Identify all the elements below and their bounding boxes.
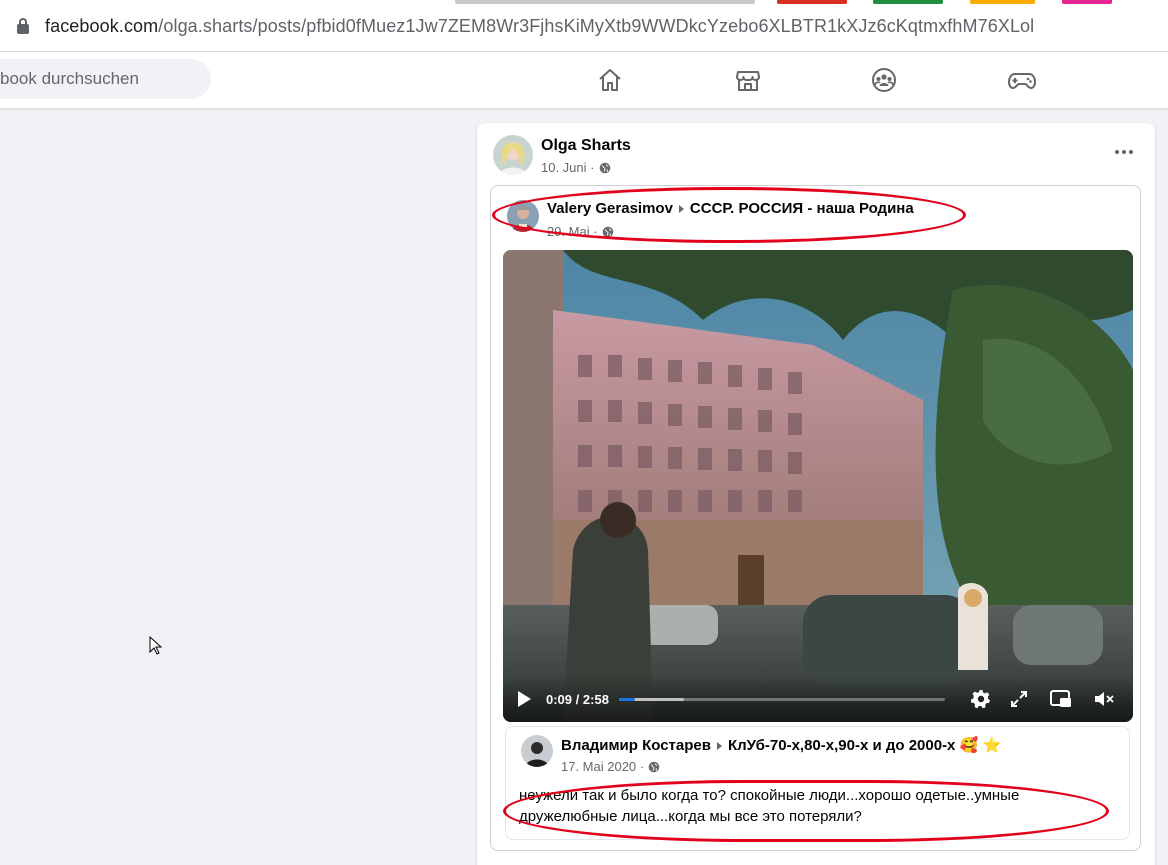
post-author-name[interactable]: Olga Sharts [541,137,631,155]
picture-in-picture-icon[interactable] [1050,688,1072,710]
shared-header-line: Valery Gerasimov СССР. РОССИЯ - наша Роди… [547,200,914,217]
shared-group-name[interactable]: СССР. РОССИЯ - наша Родина [690,200,914,217]
globe-icon[interactable] [602,226,614,238]
shared-author-name[interactable]: Valery Gerasimov [547,200,673,217]
video-frame[interactable] [503,250,1133,722]
tab-hint-2[interactable] [777,0,847,4]
tab-hint-4[interactable] [970,0,1035,4]
settings-gear-icon[interactable] [970,688,992,710]
mute-icon[interactable] [1093,688,1115,710]
search-input[interactable] [0,69,200,89]
search-box[interactable] [0,59,211,99]
url-field[interactable]: facebook.com/olga.sharts/posts/pfbid0fMu… [0,6,1168,46]
video-progress-bar[interactable] [619,698,945,701]
url-text[interactable]: facebook.com/olga.sharts/posts/pfbid0fMu… [45,16,1034,37]
video-time: 0:09 / 2:58 [546,692,609,707]
time-separator: / [575,691,580,707]
current-time: 0:09 [546,691,573,707]
tab-hint-1[interactable] [455,0,755,4]
duration: 2:58 [582,691,609,707]
video-controls: 0:09 / 2:58 [503,676,1133,722]
post-card: Olga Sharts 10. Juni · Valery Gerasimov С… [477,123,1155,865]
lock-icon[interactable] [17,18,29,34]
browser-address-bar: facebook.com/olga.sharts/posts/pfbid0fMu… [0,0,1168,52]
post-date[interactable]: 10. Juni [541,160,587,175]
video-player[interactable]: 0:09 / 2:58 [503,250,1133,722]
globe-icon[interactable] [599,162,611,174]
tab-hint-5[interactable] [1062,0,1112,4]
progress-fill [619,698,636,701]
play-icon[interactable] [518,691,531,707]
url-path: /olga.sharts/posts/pfbid0fMuez1Jw7ZEM8Wr… [158,15,1035,36]
mouse-cursor-icon [149,636,163,655]
tab-hint-3[interactable] [873,0,943,4]
inner-post-caption: неужели так и было когда то? спокойные л… [519,787,1020,825]
gaming-icon[interactable] [1006,64,1038,96]
tab-strip [0,0,1168,4]
shared-meta: 29. Mai · [547,224,614,239]
groups-icon[interactable] [868,64,900,96]
post-meta: 10. Juni · [541,160,611,175]
shared-date[interactable]: 29. Mai [547,224,590,239]
arrow-right-icon [678,205,684,214]
facebook-header [0,52,1168,108]
more-options-icon[interactable] [1115,150,1133,154]
home-icon[interactable] [594,64,626,96]
meta-dot: · [586,160,595,175]
url-host: facebook.com [45,15,159,36]
author-avatar[interactable] [493,135,533,175]
marketplace-icon[interactable] [732,64,764,96]
shared-author-avatar[interactable] [507,200,539,232]
shared-post: Valery Gerasimov СССР. РОССИЯ - наша Роди… [490,185,1141,851]
meta-dot: · [589,224,598,239]
fullscreen-icon[interactable] [1008,688,1030,710]
